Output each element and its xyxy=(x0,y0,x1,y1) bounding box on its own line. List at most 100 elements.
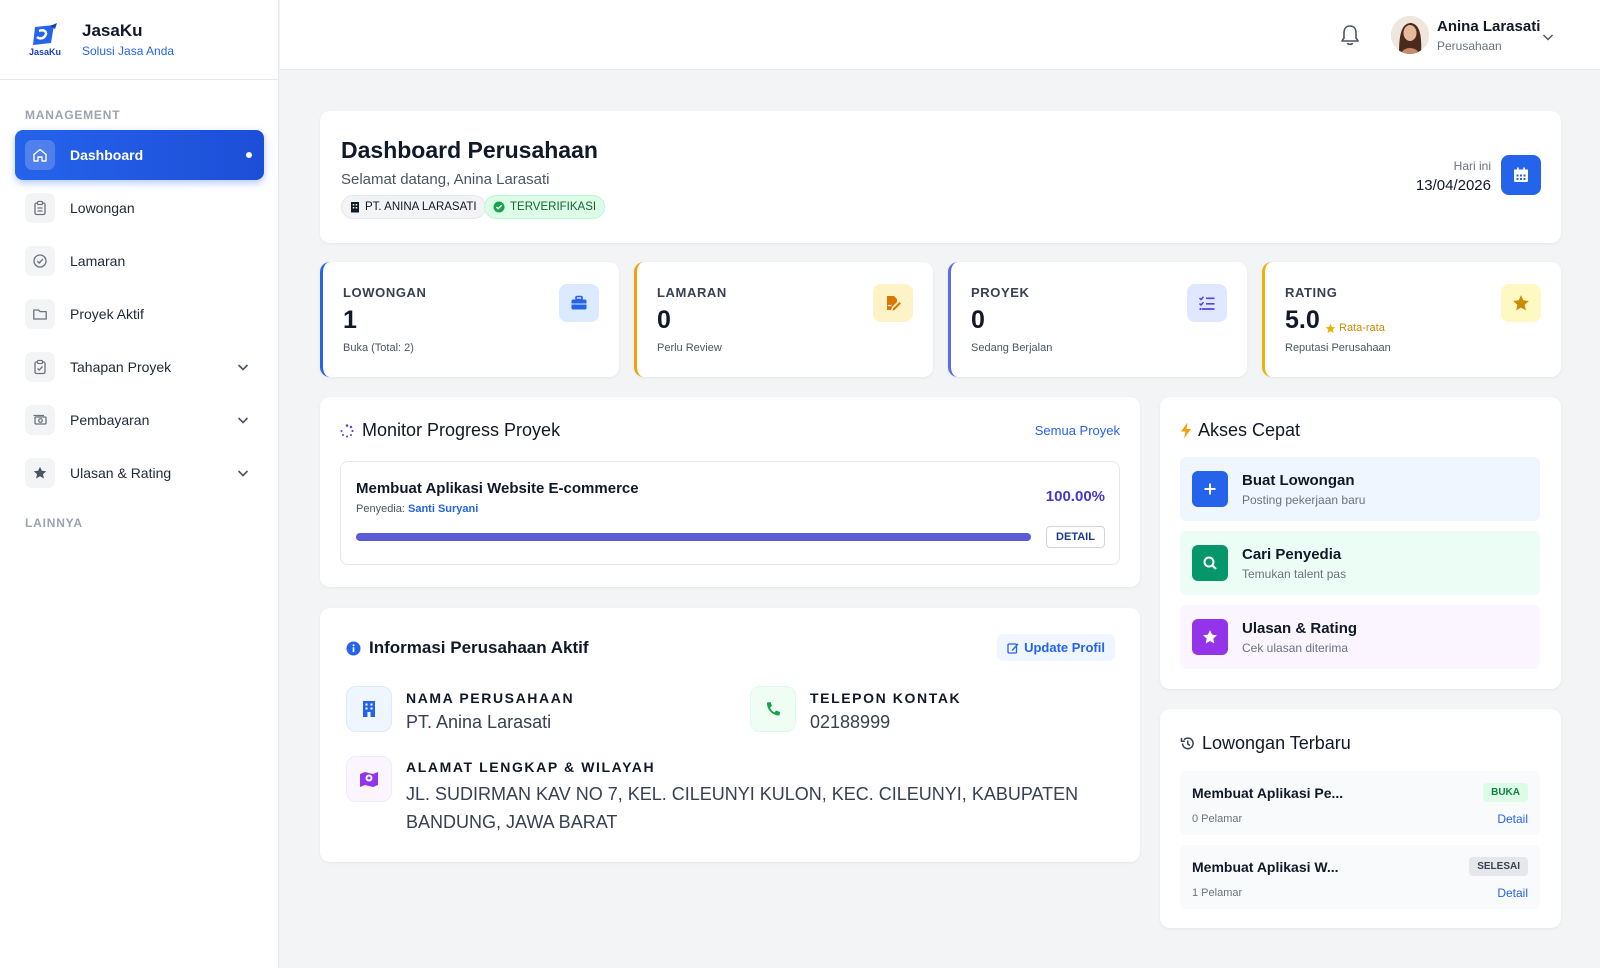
sidebar-item-tahapan-proyek[interactable]: Tahapan Proyek xyxy=(15,342,264,392)
stat-title: LOWONGAN xyxy=(343,285,427,300)
plus-icon xyxy=(1192,471,1228,507)
money-icon xyxy=(25,405,55,435)
building-icon xyxy=(351,202,359,213)
sidebar-item-label: Ulasan & Rating xyxy=(70,465,172,481)
address-value: JL. SUDIRMAN KAV NO 7, KEL. CILEUNYI KUL… xyxy=(406,784,1079,832)
company-name-label: NAMA PERUSAHAAN xyxy=(406,690,575,706)
chevron-down-icon xyxy=(237,364,249,371)
user-role: Perusahaan xyxy=(1437,39,1502,53)
calendar-icon xyxy=(1514,167,1528,182)
quick-title-text: Akses Cepat xyxy=(1198,420,1301,440)
quick-item-desc: Posting pekerjaan baru xyxy=(1242,492,1366,507)
sidebar-item-ulasan-rating[interactable]: Ulasan & Rating xyxy=(15,448,264,498)
info-icon xyxy=(346,641,361,655)
company-name-value: PT. Anina Larasati xyxy=(406,712,552,732)
edit-icon xyxy=(1007,642,1019,654)
stat-card-rating: RATING 5.0 Rata-rata Reputasi Perusahaan xyxy=(1262,262,1561,377)
quick-create-job[interactable]: Buat Lowongan Posting pekerjaan baru xyxy=(1180,457,1540,521)
star-icon xyxy=(1325,323,1336,333)
active-dot xyxy=(246,152,252,158)
sidebar-item-lowongan[interactable]: Lowongan xyxy=(15,183,264,233)
job-applicants: 0 Pelamar xyxy=(1192,813,1243,825)
quick-reviews[interactable]: Ulasan & Rating Cek ulasan diterima xyxy=(1180,605,1540,669)
star-icon xyxy=(25,458,55,488)
logo-text: JasaKu xyxy=(28,46,62,57)
latest-jobs-card: Lowongan Terbaru Membuat Aplikasi Pe... … xyxy=(1160,709,1561,928)
calendar-button[interactable] xyxy=(1501,155,1541,195)
topbar: Anina Larasati Perusahaan xyxy=(280,0,1600,70)
brand[interactable]: JasaKu JasaKu Solusi Jasa Anda xyxy=(0,0,278,80)
quick-item-desc: Cek ulasan diterima xyxy=(1242,640,1349,655)
avatar[interactable] xyxy=(1391,16,1429,54)
provider-name[interactable]: Santi Suryani xyxy=(408,503,478,515)
sidebar-item-proyek-aktif[interactable]: Proyek Aktif xyxy=(15,289,264,339)
chevron-down-icon xyxy=(237,470,249,477)
status-badge: SELESAI xyxy=(1469,857,1528,876)
sidebar-item-label: Lowongan xyxy=(70,200,135,216)
date-value: 13/04/2026 xyxy=(1415,177,1491,194)
stat-note: Perlu Review xyxy=(657,342,722,354)
list-item[interactable]: Membuat Aplikasi W... 1 Pelamar SELESAI … xyxy=(1180,845,1540,909)
list-item[interactable]: Membuat Aplikasi Pe... 0 Pelamar BUKA De… xyxy=(1180,771,1540,835)
status-badge: BUKA xyxy=(1483,783,1528,802)
progress-fill xyxy=(356,533,1031,541)
sidebar-item-label: Pembayaran xyxy=(70,412,150,428)
clipboard-icon xyxy=(25,193,55,223)
logo: JasaKu xyxy=(26,21,64,59)
stat-title: LAMARAN xyxy=(657,285,727,300)
job-detail-link[interactable]: Detail xyxy=(1497,812,1528,826)
star-icon xyxy=(1501,284,1541,322)
logo-icon xyxy=(33,22,57,45)
map-marker-icon xyxy=(346,756,392,802)
company-badge-text: PT. ANINA LARASATI xyxy=(365,201,477,213)
stat-note: Sedang Berjalan xyxy=(971,342,1053,354)
phone-icon xyxy=(750,686,796,732)
info-title-text: Informasi Perusahaan Aktif xyxy=(369,638,589,657)
check-circle-icon xyxy=(493,201,505,213)
update-profile-button[interactable]: Update Profil xyxy=(997,634,1115,661)
brand-tagline: Solusi Jasa Anda xyxy=(82,44,175,58)
stat-title: RATING xyxy=(1285,285,1338,300)
quick-item-title: Cari Penyedia xyxy=(1242,545,1342,563)
quick-item-desc: Temukan talent pas xyxy=(1242,566,1347,581)
project-provider: Penyedia: Santi Suryani xyxy=(356,503,478,515)
sidebar-item-label: Lamaran xyxy=(70,253,126,269)
sidebar-item-pembayaran[interactable]: Pembayaran xyxy=(15,395,264,445)
chevron-down-icon xyxy=(237,417,249,424)
phone-label: TELEPON KONTAK xyxy=(810,690,962,706)
chevron-down-icon[interactable] xyxy=(1541,30,1555,44)
page-title: Dashboard Perusahaan xyxy=(341,137,598,163)
all-projects-link[interactable]: Semua Proyek xyxy=(1035,423,1120,438)
sidebar: JasaKu JasaKu Solusi Jasa Anda MANAGEMEN… xyxy=(0,0,279,968)
stat-value: 0 xyxy=(657,306,671,334)
bell-icon[interactable] xyxy=(1339,23,1361,47)
search-icon xyxy=(1192,545,1228,581)
quick-title: Akses Cepat xyxy=(1180,420,1300,441)
user-name[interactable]: Anina Larasati xyxy=(1437,18,1540,35)
detail-button[interactable]: DETAIL xyxy=(1046,526,1105,548)
rating-extra: Rata-rata xyxy=(1325,322,1385,334)
building-icon xyxy=(346,686,392,732)
stat-card-proyek: PROYEK 0 Sedang Berjalan xyxy=(948,262,1247,377)
progress-percent: 100.00% xyxy=(1045,488,1105,505)
sidebar-item-label: Tahapan Proyek xyxy=(70,359,172,375)
phone-value: 02188999 xyxy=(810,712,891,732)
stat-card-lowongan: LOWONGAN 1 Buka (Total: 2) xyxy=(320,262,619,377)
info-title: Informasi Perusahaan Aktif xyxy=(346,638,589,658)
job-title: Membuat Aplikasi Pe... xyxy=(1192,785,1344,801)
check-circle-icon xyxy=(25,246,55,276)
stat-value: 1 xyxy=(343,306,357,334)
sidebar-item-dashboard[interactable]: Dashboard xyxy=(15,130,264,180)
sidebar-item-lamaran[interactable]: Lamaran xyxy=(15,236,264,286)
brand-name: JasaKu xyxy=(82,21,143,40)
latest-title: Lowongan Terbaru xyxy=(1180,733,1351,754)
home-icon xyxy=(25,140,55,170)
project-name: Membuat Aplikasi Website E-commerce xyxy=(356,480,639,497)
job-applicants: 1 Pelamar xyxy=(1192,887,1243,899)
quick-find-provider[interactable]: Cari Penyedia Temukan talent pas xyxy=(1180,531,1540,595)
monitor-card: Monitor Progress Proyek Semua Proyek Mem… xyxy=(320,397,1140,587)
history-icon xyxy=(1180,737,1194,750)
date-label: Hari ini xyxy=(1453,159,1491,173)
stat-card-lamaran: LAMARAN 0 Perlu Review xyxy=(634,262,933,377)
job-detail-link[interactable]: Detail xyxy=(1497,886,1528,900)
